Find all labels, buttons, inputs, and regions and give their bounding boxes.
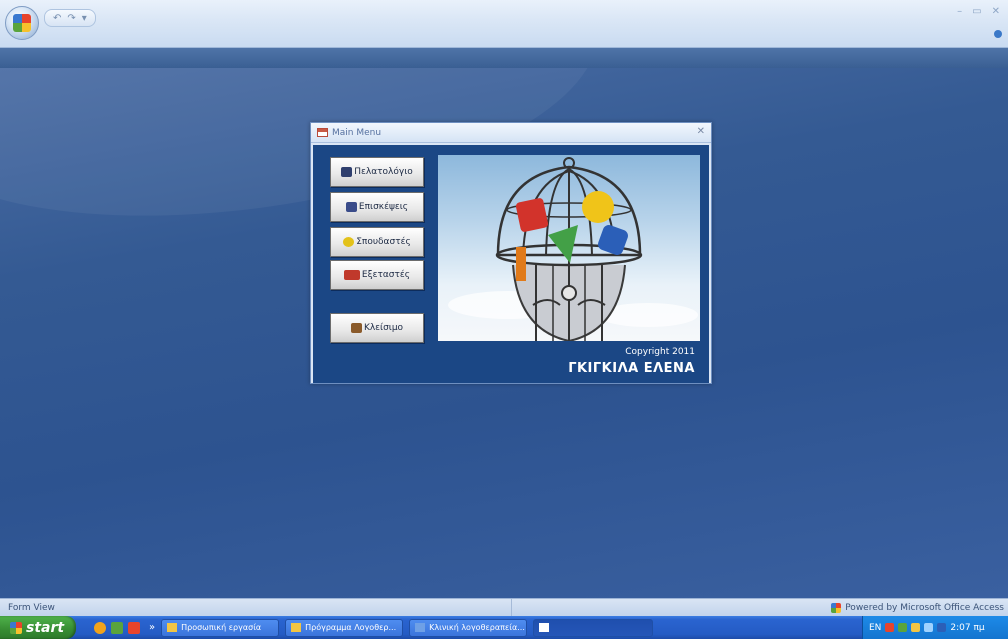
title-bar: ↶ ↷ ▾ – ▭ ✕ bbox=[0, 0, 1008, 48]
volume-icon[interactable] bbox=[937, 623, 947, 632]
smiley-icon bbox=[343, 237, 355, 247]
office-button[interactable] bbox=[5, 6, 39, 40]
taskbar: start » Προσωπική εργασία Πρόγραμμα Λογο… bbox=[0, 616, 1008, 639]
birdcage-head-illustration bbox=[448, 157, 698, 341]
taskbar-item-label: Πρόγραμμα Λογοθερ... bbox=[305, 623, 397, 632]
visits-icon bbox=[345, 202, 357, 212]
status-bar: Form View Powered by Microsoft Office Ac… bbox=[0, 598, 1008, 616]
students-button[interactable]: Σπουδαστές bbox=[330, 227, 424, 257]
folder-icon bbox=[167, 623, 178, 632]
examiners-button-label: Εξεταστές bbox=[361, 270, 411, 280]
folder-icon bbox=[291, 623, 302, 632]
office-logo-icon bbox=[13, 14, 31, 32]
taskbar-item-label: Κλινική λογοθεραπεία... bbox=[429, 623, 525, 632]
media-icon[interactable] bbox=[128, 621, 140, 634]
network-icon[interactable] bbox=[924, 623, 934, 632]
document-icon bbox=[415, 623, 426, 632]
quick-launch-more-icon[interactable]: » bbox=[149, 622, 155, 633]
exit-door-icon bbox=[350, 323, 362, 333]
customers-button[interactable]: Πελατολόγιο bbox=[330, 157, 424, 187]
customers-icon bbox=[341, 167, 353, 177]
form-close-button[interactable]: ✕ bbox=[697, 126, 705, 137]
powered-by-text: Powered by Microsoft Office Access bbox=[845, 602, 1004, 613]
form-body: Πελατολόγιο Επισκέψεις Σπουδαστές Εξετασ… bbox=[313, 145, 709, 383]
office-logo-icon bbox=[831, 602, 842, 613]
form-title-bar[interactable]: Main Menu bbox=[311, 123, 711, 143]
taskbar-item-active[interactable] bbox=[533, 618, 654, 637]
copyright-text: Copyright 2011 bbox=[625, 347, 695, 357]
redo-icon[interactable]: ↷ bbox=[67, 13, 75, 24]
minimize-icon[interactable]: – bbox=[957, 6, 962, 17]
examiners-button[interactable]: Εξεταστές bbox=[330, 260, 424, 290]
taskbar-item[interactable]: Κλινική λογοθεραπεία... bbox=[409, 618, 528, 637]
taskbar-item[interactable]: Πρόγραμμα Λογοθερ... bbox=[285, 618, 404, 637]
close-form-button[interactable]: Κλείσιμο bbox=[330, 313, 424, 343]
app-icon[interactable] bbox=[111, 621, 123, 634]
status-powered-by: Powered by Microsoft Office Access bbox=[831, 602, 1008, 613]
examiners-icon bbox=[343, 270, 360, 280]
window-icon bbox=[539, 623, 550, 632]
help-icon[interactable] bbox=[994, 30, 1002, 38]
maximize-icon[interactable]: ▭ bbox=[972, 6, 981, 17]
undo-icon[interactable]: ↶ bbox=[53, 13, 61, 24]
status-view-mode: Form View bbox=[0, 599, 512, 616]
close-icon[interactable]: ✕ bbox=[992, 6, 1000, 17]
customize-qat-icon[interactable]: ▾ bbox=[82, 13, 87, 24]
quick-launch: » bbox=[94, 621, 155, 634]
taskbar-item-label: Προσωπική εργασία bbox=[181, 623, 262, 632]
browser-icon[interactable] bbox=[94, 621, 106, 634]
form-icon bbox=[317, 128, 328, 137]
language-indicator[interactable]: EN bbox=[869, 623, 881, 633]
ribbon-collapsed-strip bbox=[0, 48, 1008, 68]
author-name: ΓΚΙΓΚΙΛΑ ΕΛΕΝΑ bbox=[568, 361, 695, 376]
start-label: start bbox=[26, 619, 65, 636]
visits-button[interactable]: Επισκέψεις bbox=[330, 192, 424, 222]
birdcage-head-image bbox=[438, 155, 700, 341]
taskbar-item[interactable]: Προσωπική εργασία bbox=[161, 618, 280, 637]
start-button[interactable]: start bbox=[0, 616, 76, 639]
clock[interactable]: 2:07 πμ bbox=[950, 623, 984, 633]
tray-icon[interactable] bbox=[911, 623, 921, 632]
form-title: Main Menu bbox=[332, 127, 382, 138]
close-form-button-label: Κλείσιμο bbox=[363, 323, 404, 333]
quick-access-toolbar: ↶ ↷ ▾ bbox=[44, 9, 96, 27]
customers-button-label: Πελατολόγιο bbox=[354, 167, 413, 177]
tray-icon[interactable] bbox=[898, 623, 908, 632]
main-menu-form: Main Menu ✕ Πελατολόγιο Επισκέψεις Σπουδ… bbox=[310, 122, 712, 384]
windows-flag-icon bbox=[10, 621, 22, 634]
system-tray: EN 2:07 πμ bbox=[862, 616, 1008, 639]
window-controls: – ▭ ✕ bbox=[957, 6, 1000, 17]
visits-button-label: Επισκέψεις bbox=[358, 202, 409, 212]
tray-icon[interactable] bbox=[885, 623, 895, 632]
students-button-label: Σπουδαστές bbox=[356, 237, 411, 247]
